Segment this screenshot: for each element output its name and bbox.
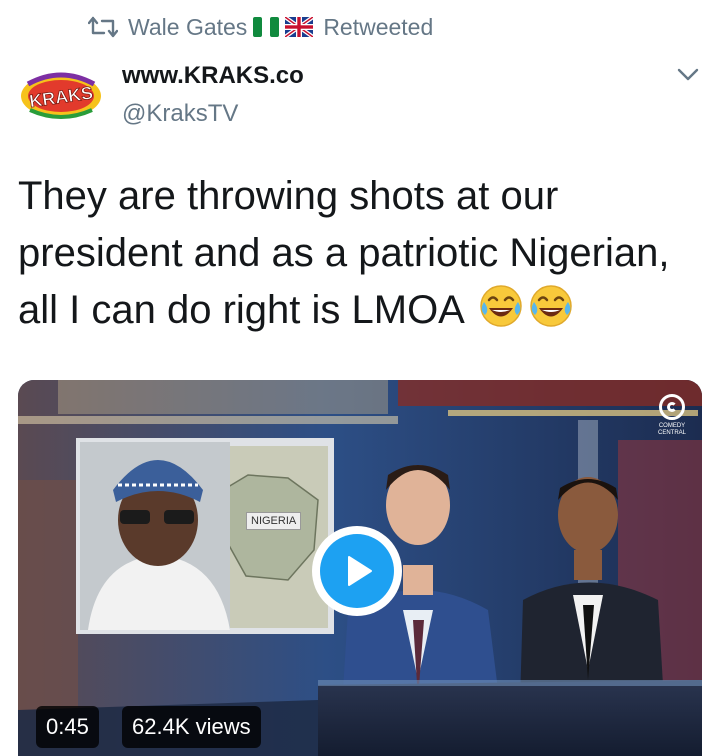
author-handle[interactable]: @KraksTV	[122, 100, 238, 128]
tweet-card: Wale Gates Retweeted KRAKS www.KRAKS.co …	[0, 0, 720, 756]
face-with-tears-of-joy-icon	[528, 283, 574, 329]
nigeria-flag-icon	[253, 17, 280, 37]
retweet-context: Wale Gates Retweeted	[88, 10, 433, 44]
tweet-line: They are throwing shots at our	[18, 174, 559, 218]
retweet-icon	[88, 14, 118, 40]
play-button-inner[interactable]	[320, 534, 394, 608]
retweeter-name[interactable]: Wale Gates	[128, 14, 247, 41]
chevron-down-icon[interactable]	[674, 64, 702, 86]
face-with-tears-of-joy-icon	[478, 283, 524, 329]
retweeted-label: Retweeted	[323, 13, 434, 40]
video-player[interactable]: NIGERIA COMEDY CENTRAL 0:45 62.4K views	[18, 380, 702, 756]
kraks-logo[interactable]: KRAKS	[18, 66, 104, 124]
author-name[interactable]: www.KRAKS.co	[122, 62, 304, 90]
video-views-badge: 62.4K views	[122, 706, 261, 748]
comedy-central-icon	[659, 394, 685, 420]
comedy-central-logo: COMEDY CENTRAL	[652, 394, 692, 454]
tweet-line-text: all I can do right is LMOA	[18, 288, 463, 332]
video-duration-badge: 0:45	[36, 706, 99, 748]
tweet-line: all I can do right is LMOA	[18, 282, 708, 339]
channel-text: COMEDY CENTRAL	[657, 423, 686, 436]
tweet-text: They are throwing shots at our president…	[18, 168, 708, 339]
play-icon	[348, 556, 372, 586]
tweet-line: president and as a patriotic Nigerian,	[18, 231, 670, 275]
map-label: NIGERIA	[246, 512, 302, 530]
play-button[interactable]	[312, 526, 402, 616]
uk-flag-icon	[285, 17, 314, 37]
